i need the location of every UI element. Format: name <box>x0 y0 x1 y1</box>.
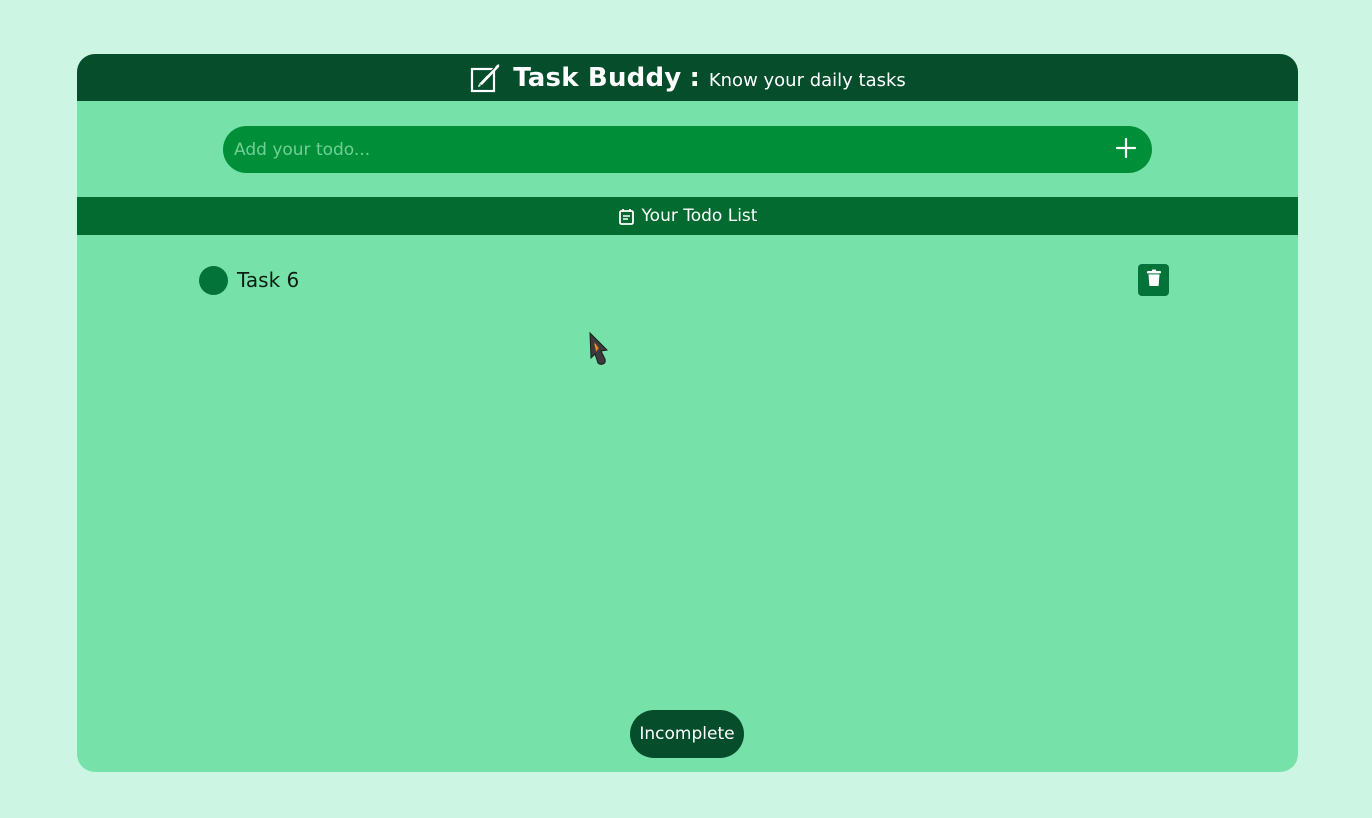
todo-item: Task 6 <box>199 264 1169 296</box>
todo-input[interactable] <box>223 125 1102 174</box>
todo-status-toggle[interactable] <box>199 265 228 295</box>
title-separator: : <box>689 62 700 93</box>
edit-note-icon <box>469 62 501 94</box>
app-header: Task Buddy : Know your daily tasks <box>77 54 1298 101</box>
todo-item-label: Task 6 <box>237 268 300 292</box>
app-subtitle: Know your daily tasks <box>708 70 906 91</box>
app-title: Task Buddy <box>513 62 682 93</box>
todo-app-card: Task Buddy : Know your daily tasks Your … <box>77 54 1298 772</box>
calendar-icon <box>618 208 635 225</box>
todo-input-bar <box>223 125 1152 174</box>
plus-icon <box>1115 137 1137 163</box>
todo-list-heading: Your Todo List <box>641 206 758 226</box>
delete-todo-button[interactable] <box>1138 264 1169 296</box>
add-todo-button[interactable] <box>1102 126 1150 173</box>
todo-list-header: Your Todo List <box>77 197 1298 235</box>
pointer-cursor-icon <box>586 330 610 368</box>
incomplete-filter-button[interactable]: Incomplete <box>630 710 744 758</box>
trash-icon <box>1146 269 1162 291</box>
